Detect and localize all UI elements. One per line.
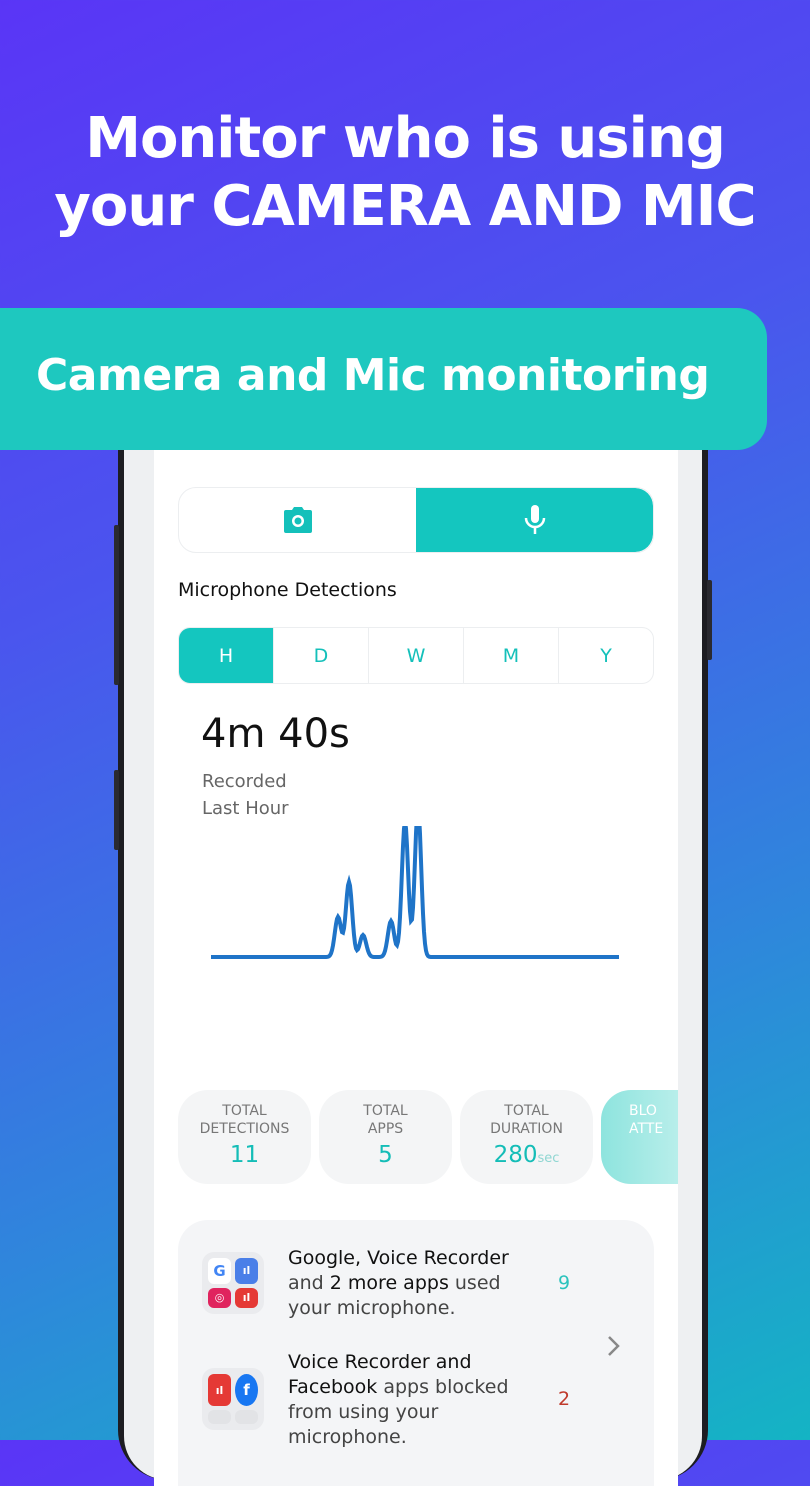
stat-card[interactable]: TOTAL DURATION 280sec	[460, 1090, 593, 1184]
microphone-icon	[524, 505, 545, 534]
detections-waveform	[211, 826, 619, 959]
voice-recorder-icon: ıl	[235, 1258, 258, 1284]
feature-banner: Camera and Mic monitoring	[0, 308, 767, 450]
phone-button	[114, 770, 119, 850]
phone-frame: Microphone Detections HDWMY 4m 40s Recor…	[114, 380, 712, 1486]
app-screen: Microphone Detections HDWMY 4m 40s Recor…	[154, 386, 678, 1486]
phone-button	[114, 525, 119, 685]
app-icons: ıl f	[202, 1368, 264, 1430]
phone-button	[707, 580, 712, 660]
headline: Monitor who is using your CAMERA AND MIC	[54, 106, 756, 239]
source-toggle	[178, 487, 654, 553]
app-icons: G ıl ◎ ıl	[202, 1252, 264, 1314]
period-tab-d[interactable]: D	[273, 628, 368, 683]
recorded-label: Recorded Last Hour	[202, 771, 289, 819]
usage-count: 9	[558, 1272, 571, 1294]
stat-card[interactable]: BLOATTE2	[601, 1090, 678, 1184]
camera-tab[interactable]	[179, 488, 416, 552]
instagram-icon: ◎	[208, 1287, 231, 1308]
section-title: Microphone Detections	[178, 579, 397, 601]
facebook-icon: f	[235, 1374, 258, 1406]
stats-row: TOTAL DETECTIONS 11 TOTAL APPS 5 TOTAL DURATION…	[178, 1090, 678, 1184]
microphone-tab[interactable]	[416, 488, 653, 552]
activity-summary[interactable]: G ıl ◎ ıl Google, Voice Recorder and 2 m…	[178, 1220, 654, 1486]
recorded-duration: 4m 40s	[201, 711, 350, 757]
camera-icon	[283, 507, 312, 533]
blocked-count: 2	[558, 1388, 571, 1410]
chevron-right-icon[interactable]	[606, 1334, 622, 1358]
waveform-line	[211, 826, 619, 959]
period-selector: HDWMY	[178, 627, 654, 684]
stat-value: 280	[493, 1142, 538, 1168]
period-tab-w[interactable]: W	[368, 628, 463, 683]
stat-card[interactable]: TOTAL DETECTIONS 11	[178, 1090, 311, 1184]
period-tab-h[interactable]: H	[179, 628, 273, 683]
period-tab-m[interactable]: M	[463, 628, 558, 683]
stat-value: 11	[229, 1142, 260, 1168]
stat-card[interactable]: TOTAL APPS 5	[319, 1090, 452, 1184]
google-icon: G	[208, 1258, 231, 1284]
stat-value: 5	[378, 1142, 393, 1168]
period-tab-y[interactable]: Y	[558, 628, 653, 683]
voice-recorder-icon: ıl	[208, 1374, 231, 1406]
voice-recorder-icon: ıl	[235, 1287, 258, 1308]
